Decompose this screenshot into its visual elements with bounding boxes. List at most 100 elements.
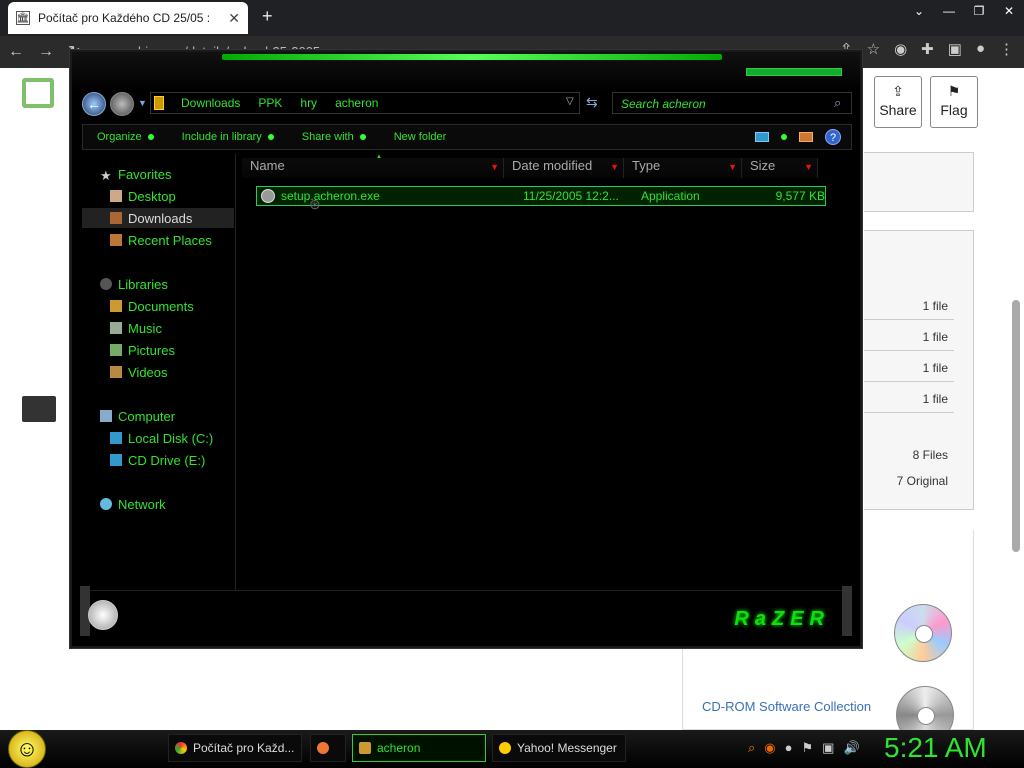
explorer-forward-icon[interactable] <box>110 92 134 116</box>
nav-music[interactable]: Music <box>110 318 162 338</box>
nav-computer[interactable]: Computer <box>100 406 175 426</box>
preview-pane-icon[interactable] <box>799 132 813 142</box>
nav-network[interactable]: Network <box>100 494 166 514</box>
view-dropdown-icon[interactable] <box>781 134 787 140</box>
menu-icon[interactable]: ⋮ <box>999 40 1014 58</box>
nav-local-disk[interactable]: Local Disk (C:) <box>110 428 213 448</box>
cd-drive-icon <box>110 454 122 466</box>
titlebar-glow <box>222 54 722 60</box>
include-library-button[interactable]: Include in library <box>168 131 288 143</box>
nav-pictures[interactable]: Pictures <box>110 340 175 360</box>
extensions-icon[interactable]: ✚ <box>921 40 934 58</box>
column-dropdown-icon[interactable]: ▼ <box>728 162 737 172</box>
breadcrumb-hry[interactable]: hry <box>300 96 317 110</box>
file-count[interactable]: 1 file <box>864 352 954 382</box>
nav-favorites[interactable]: ★ Favorites <box>100 164 171 184</box>
refresh-icon[interactable]: ⇆ <box>586 94 598 111</box>
new-tab-button[interactable]: + <box>262 6 273 27</box>
file-count[interactable]: 1 file <box>864 321 954 351</box>
taskbar-firefox[interactable] <box>310 734 346 762</box>
nav-downloads[interactable]: Downloads <box>82 208 234 228</box>
explorer-back-icon[interactable]: ← <box>82 92 106 116</box>
volume-icon[interactable]: 🔊 <box>843 740 859 756</box>
column-date-label: Date modified <box>512 158 593 173</box>
column-type[interactable]: Type ▼ <box>624 158 742 178</box>
dropdown-dot-icon <box>267 134 274 140</box>
page-scrollbar[interactable] <box>1012 300 1020 552</box>
breadcrumb-downloads[interactable]: Downloads <box>181 96 240 110</box>
cd-collection-icon[interactable] <box>894 604 952 662</box>
clock[interactable]: 5:21 AM <box>884 732 987 764</box>
cdrom-collection-link[interactable]: CD-ROM Software Collection <box>702 697 871 716</box>
new-folder-button[interactable]: New folder <box>380 131 461 143</box>
collapse-icon[interactable]: ⌄ <box>904 0 934 22</box>
nav-libraries[interactable]: Libraries <box>100 274 168 294</box>
flag-button[interactable]: ⚑ Flag <box>930 76 978 128</box>
help-icon[interactable]: ? <box>825 129 841 145</box>
minimize-icon[interactable]: — <box>934 0 964 22</box>
file-count[interactable]: 1 file <box>864 290 954 320</box>
close-tab-icon[interactable]: ✕ <box>228 10 240 27</box>
bookmark-star-icon[interactable]: ☆ <box>867 40 880 58</box>
file-count[interactable]: 1 file <box>864 383 954 413</box>
search-input[interactable]: Search acheron <box>612 92 852 114</box>
command-bar-right: ? <box>755 129 841 145</box>
nav-cd-drive[interactable]: CD Drive (E:) <box>110 450 205 470</box>
start-button-smiley-icon[interactable]: ☺ <box>8 730 46 768</box>
back-icon[interactable]: ← <box>8 43 24 61</box>
taskbar-explorer[interactable]: acheron <box>352 734 486 762</box>
browser-tab[interactable]: 🏛 Počítač pro Každého CD 25/05 : ✕ <box>8 2 248 34</box>
view-icon[interactable] <box>755 132 769 142</box>
column-dropdown-icon[interactable]: ▼ <box>490 162 499 172</box>
file-type: Application <box>641 189 700 203</box>
taskbar-explorer-label: acheron <box>377 741 421 755</box>
documents-icon <box>110 300 122 312</box>
save-icon[interactable] <box>22 78 54 108</box>
column-dropdown-icon[interactable]: ▼ <box>804 162 813 172</box>
action-center-icon[interactable]: ⚑ <box>801 740 813 756</box>
close-window-icon[interactable]: ✕ <box>994 0 1024 22</box>
column-size[interactable]: Size ▼ <box>742 158 818 178</box>
explorer-address-bar[interactable]: Downloads PPK hry acheron <box>150 92 580 114</box>
folder-icon <box>359 742 371 754</box>
nav-documents[interactable]: Documents <box>110 296 194 316</box>
chrome-icon <box>175 742 187 754</box>
explorer-window: ← ▼ Downloads PPK hry acheron ▽ ⇆ Search… <box>70 50 862 648</box>
restore-icon[interactable]: ❐ <box>964 0 994 22</box>
nav-recent-places[interactable]: Recent Places <box>110 230 212 250</box>
organize-button[interactable]: Organize <box>83 131 168 143</box>
taskbar-yahoo[interactable]: Yahoo! Messenger <box>492 734 626 762</box>
file-row[interactable]: setup.acheron.exe 11/25/2005 12:2... App… <box>256 186 826 206</box>
breadcrumb-acheron[interactable]: acheron <box>335 96 378 110</box>
recent-pages-dropdown-icon[interactable]: ▼ <box>138 98 147 108</box>
column-name[interactable]: Name ▼ <box>242 158 504 178</box>
window-buttons[interactable] <box>746 68 842 76</box>
reading-mode-icon[interactable]: ▣ <box>948 40 962 58</box>
profile-avatar-icon[interactable]: ● <box>976 40 985 58</box>
tray-app-icon[interactable]: ◉ <box>764 740 775 756</box>
breadcrumb-ppk[interactable]: PPK <box>258 96 282 110</box>
total-files[interactable]: 8 Files <box>858 448 948 462</box>
flag-label: Flag <box>940 102 968 118</box>
chat-icon[interactable] <box>22 396 56 422</box>
forward-icon[interactable]: → <box>38 43 54 61</box>
nav-desktop-label: Desktop <box>128 188 176 204</box>
tray-status-icon[interactable]: ● <box>785 740 793 756</box>
column-date[interactable]: Date modified ▼ <box>504 158 624 178</box>
nav-cd-drive-label: CD Drive (E:) <box>128 452 206 468</box>
column-dropdown-icon[interactable]: ▼ <box>610 162 619 172</box>
share-with-button[interactable]: Share with <box>288 131 380 143</box>
folder-icon <box>154 96 164 110</box>
flag-profile-icon[interactable]: ◉ <box>894 40 907 58</box>
taskbar-chrome[interactable]: Počítač pro Každ... <box>168 734 302 762</box>
nav-videos[interactable]: Videos <box>110 362 168 382</box>
network-tray-icon[interactable]: ▣ <box>822 740 834 756</box>
search-icon[interactable]: ⌕ <box>834 95 841 111</box>
share-with-label: Share with <box>301 131 354 143</box>
share-button[interactable]: ⇪ Share <box>874 76 922 128</box>
search-tray-icon[interactable]: ⌕ <box>748 740 755 756</box>
nav-desktop[interactable]: Desktop <box>110 186 176 206</box>
column-name-label: Name <box>250 158 285 173</box>
address-dropdown-icon[interactable]: ▽ <box>566 96 574 107</box>
original-files[interactable]: 7 Original <box>858 474 948 488</box>
